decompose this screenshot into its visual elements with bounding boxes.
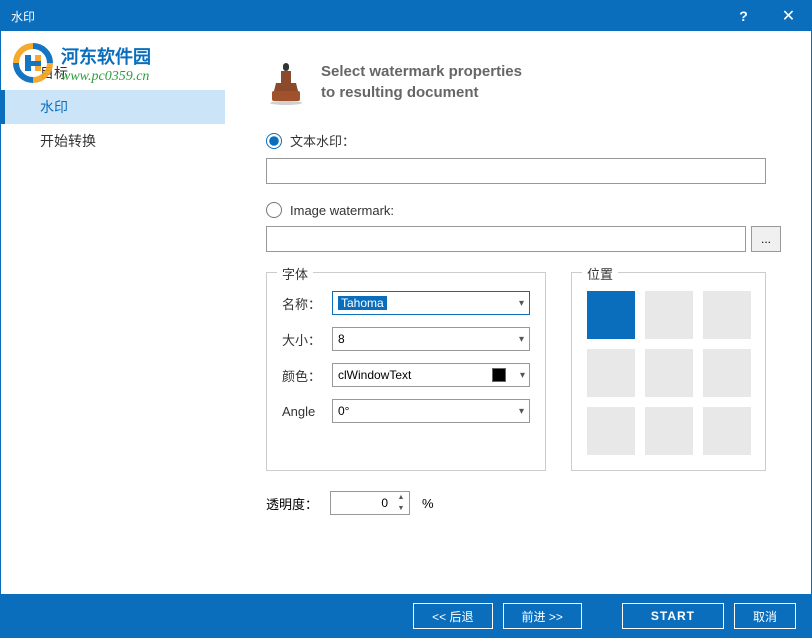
position-cell-bottom-left[interactable] xyxy=(587,407,635,455)
chevron-down-icon: ▾ xyxy=(519,298,524,309)
chevron-down-icon: ▾ xyxy=(520,370,525,381)
main-panel: Select watermark properties to resulting… xyxy=(226,31,811,594)
overlay-title: 河东软件园 xyxy=(61,43,151,69)
sidebar: 河东软件园 www.pc0359.cn 目标 水印 开始转换 xyxy=(1,31,226,594)
font-color-value: clWindowText xyxy=(338,368,411,382)
text-watermark-radio[interactable] xyxy=(266,133,282,149)
opacity-label: 透明度： xyxy=(266,494,318,513)
position-cell-top-center[interactable] xyxy=(645,291,693,339)
font-name-combo[interactable]: Tahoma ▾ xyxy=(332,291,530,315)
overlay-url: www.pc0359.cn xyxy=(61,69,149,85)
font-angle-label: Angle xyxy=(282,404,332,419)
font-name-label: 名称： xyxy=(282,294,332,313)
position-cell-bottom-center[interactable] xyxy=(645,407,693,455)
font-fieldset: 字体 名称： Tahoma ▾ 大小： 8 ▾ xyxy=(266,272,546,471)
sidebar-item-convert[interactable]: 开始转换 xyxy=(1,124,225,158)
position-cell-bottom-right[interactable] xyxy=(703,407,751,455)
close-button[interactable]: ✕ xyxy=(766,1,811,31)
header-line1: Select watermark properties xyxy=(321,61,522,82)
spinner-down-icon[interactable]: ▼ xyxy=(393,503,409,514)
opacity-suffix: % xyxy=(422,496,434,511)
opacity-spinner[interactable]: 0 ▲ ▼ xyxy=(330,491,410,515)
image-watermark-radio[interactable] xyxy=(266,202,282,218)
position-cell-top-left[interactable] xyxy=(587,291,635,339)
titlebar: 水印 ? ✕ xyxy=(1,1,811,31)
position-legend: 位置 xyxy=(582,264,618,283)
window-title: 水印 xyxy=(11,8,721,25)
help-button[interactable]: ? xyxy=(721,1,766,31)
font-color-combo[interactable]: clWindowText ▾ xyxy=(332,363,530,387)
position-cell-middle-center[interactable] xyxy=(645,349,693,397)
chevron-down-icon: ▾ xyxy=(519,406,524,417)
sidebar-item-label: 水印 xyxy=(40,99,68,115)
opacity-value: 0 xyxy=(331,496,393,510)
text-watermark-label: 文本水印： xyxy=(290,131,355,150)
font-size-combo[interactable]: 8 ▾ xyxy=(332,327,530,351)
forward-button[interactable]: 前进 >> xyxy=(503,603,582,629)
font-legend: 字体 xyxy=(277,264,313,283)
titlebar-controls: ? ✕ xyxy=(721,1,811,31)
font-color-label: 颜色： xyxy=(282,366,332,385)
color-swatch-icon xyxy=(492,368,506,382)
font-name-value: Tahoma xyxy=(338,296,387,310)
font-size-value: 8 xyxy=(338,332,345,346)
back-button[interactable]: << 后退 xyxy=(413,603,492,629)
start-button[interactable]: START xyxy=(622,603,724,629)
sidebar-item-label: 开始转换 xyxy=(40,133,96,149)
sidebar-item-watermark[interactable]: 水印 xyxy=(1,90,225,124)
chevron-down-icon: ▾ xyxy=(519,334,524,345)
position-fieldset: 位置 xyxy=(571,272,766,471)
image-watermark-option[interactable]: Image watermark: xyxy=(266,202,781,218)
text-watermark-input[interactable] xyxy=(266,158,766,184)
spinner-up-icon[interactable]: ▲ xyxy=(393,492,409,503)
font-angle-value: 0° xyxy=(338,404,349,418)
opacity-row: 透明度： 0 ▲ ▼ % xyxy=(266,491,781,515)
image-watermark-label: Image watermark: xyxy=(290,203,394,218)
header: Select watermark properties to resulting… xyxy=(266,61,781,106)
text-watermark-option[interactable]: 文本水印： xyxy=(266,131,781,150)
position-cell-middle-right[interactable] xyxy=(703,349,751,397)
font-size-label: 大小： xyxy=(282,330,332,349)
position-grid xyxy=(587,291,750,455)
footer: << 后退 前进 >> START 取消 xyxy=(1,594,811,638)
browse-button[interactable]: ... xyxy=(751,226,781,252)
position-cell-middle-left[interactable] xyxy=(587,349,635,397)
position-cell-top-right[interactable] xyxy=(703,291,751,339)
cancel-button[interactable]: 取消 xyxy=(734,603,796,629)
header-text: Select watermark properties to resulting… xyxy=(321,61,522,103)
image-watermark-input[interactable] xyxy=(266,226,746,252)
font-angle-combo[interactable]: 0° ▾ xyxy=(332,399,530,423)
stamp-icon xyxy=(266,61,306,106)
header-line2: to resulting document xyxy=(321,82,522,103)
